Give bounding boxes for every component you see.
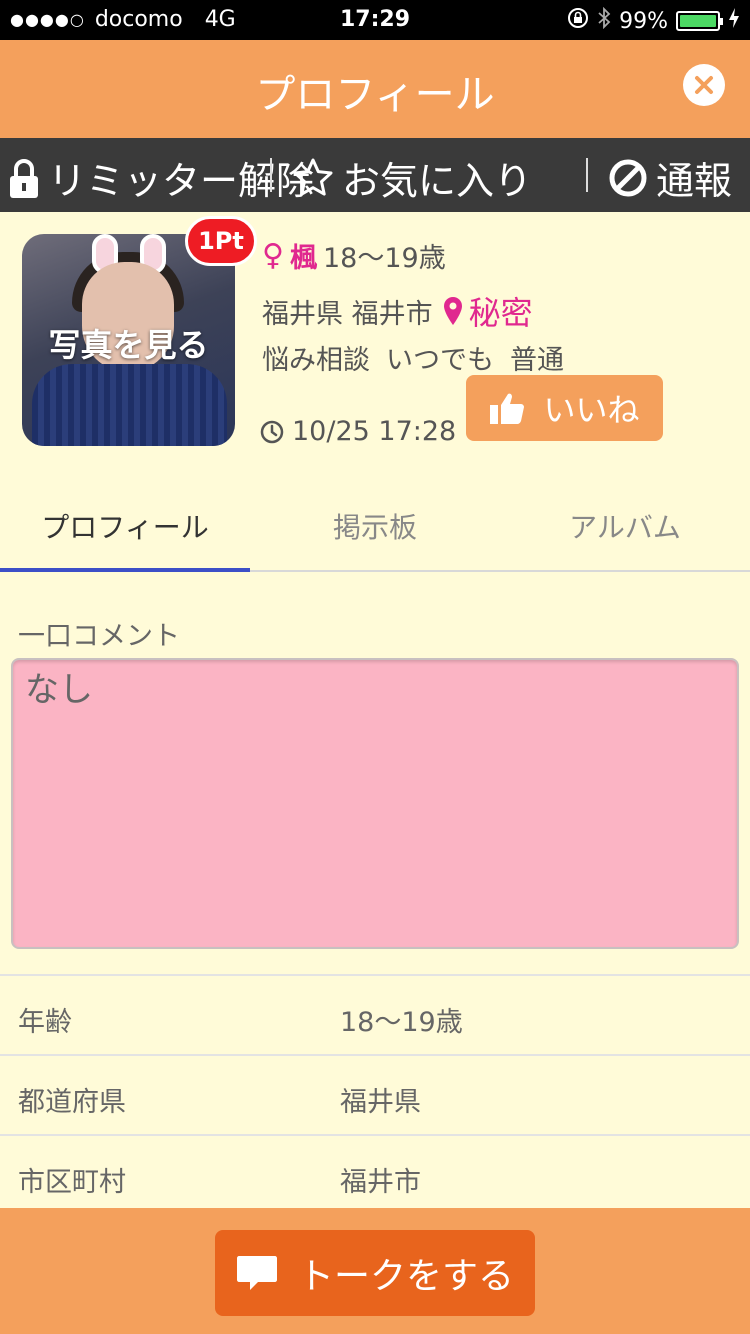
limiter-release-button[interactable]: リミッター解除 [8,150,314,205]
detail-key: 都道府県 [18,1087,126,1118]
bluetooth-icon [597,6,611,35]
report-button[interactable]: 通報 [608,150,732,205]
detail-key: 年齢 [18,1007,72,1038]
header: プロフィール [0,40,750,138]
female-icon: ♀ [262,238,284,273]
view-photo-label: 写真を見る [48,326,209,364]
battery-percent: 99% [619,8,668,34]
charging-icon [728,7,740,35]
detail-row-prefecture: 都道府県 福井県 [0,1054,750,1134]
tab-profile[interactable]: プロフィール [0,476,250,572]
profile-location: 福井県 福井市 [262,298,433,330]
prohibited-icon [609,159,647,196]
action-bar: リミッター解除 お気に入り 通報 [0,138,750,212]
last-login-time: 10/25 17:28 [292,416,457,447]
divider [586,158,588,192]
page-title: プロフィール [255,72,495,118]
star-icon [293,158,333,196]
profile-photo[interactable]: 写真を見る [22,234,235,446]
talk-label: トークをする [297,1256,514,1297]
battery-icon [676,11,723,31]
profile-style: 普通 [510,345,564,376]
detail-value: 福井市 [340,1167,421,1198]
favorite-button[interactable]: お気に入り [292,150,532,205]
photo-shirt [32,364,227,446]
report-label: 通報 [656,159,733,203]
like-label: いいね [543,391,640,429]
detail-key: 市区町村 [18,1167,126,1198]
profile-purpose: 悩み相談 [262,345,370,376]
tab-bar: プロフィール 掲示板 アルバム [0,476,750,572]
map-pin-icon [443,297,462,325]
clock-icon [260,420,284,443]
point-badge: 1Pt [185,216,257,266]
status-bar: ●●●●○ docomo 4G 17:29 99% [0,0,750,40]
favorite-label: お気に入り [342,159,533,203]
profile-tags-row: 悩み相談 いつでも 普通 [262,338,564,377]
close-icon [695,76,713,94]
thumbs-up-icon [490,393,525,424]
profile-name: 楓 [289,243,317,274]
detail-row-age: 年齢 18〜19歳 [0,974,750,1054]
detail-row-city: 市区町村 福井市 [0,1134,750,1214]
tab-album[interactable]: アルバム [500,476,750,570]
close-button[interactable] [683,64,725,106]
profile-details: 年齢 18〜19歳 都道府県 福井県 市区町村 福井市 [0,974,750,1214]
profile-name-row: ♀ 楓 18〜19歳 [262,236,446,275]
rotation-lock-icon [567,7,589,35]
limiter-release-label: リミッター解除 [48,159,315,203]
comment-box: なし [11,658,739,949]
talk-button[interactable]: トークをする [215,1230,535,1316]
location-secret-text: 秘密 [468,294,533,332]
chat-bubble-icon [236,1256,277,1290]
detail-value: 福井県 [340,1087,421,1118]
lock-icon [10,158,38,198]
profile-availability: いつでも [386,345,494,376]
like-button[interactable]: いいね [466,375,663,441]
tab-bulletin-board[interactable]: 掲示板 [250,476,500,570]
profile-location-row: 福井県 福井市 秘密 [262,288,533,334]
footer: トークをする [0,1208,750,1334]
location-secret: 秘密 [443,288,533,334]
detail-value: 18〜19歳 [340,1007,463,1038]
divider [270,158,272,192]
comment-text: なし [25,670,93,710]
profile-age: 18〜19歳 [322,243,446,274]
comment-label: 一口コメント [18,621,180,652]
last-login-row: 10/25 17:28 [260,416,456,447]
